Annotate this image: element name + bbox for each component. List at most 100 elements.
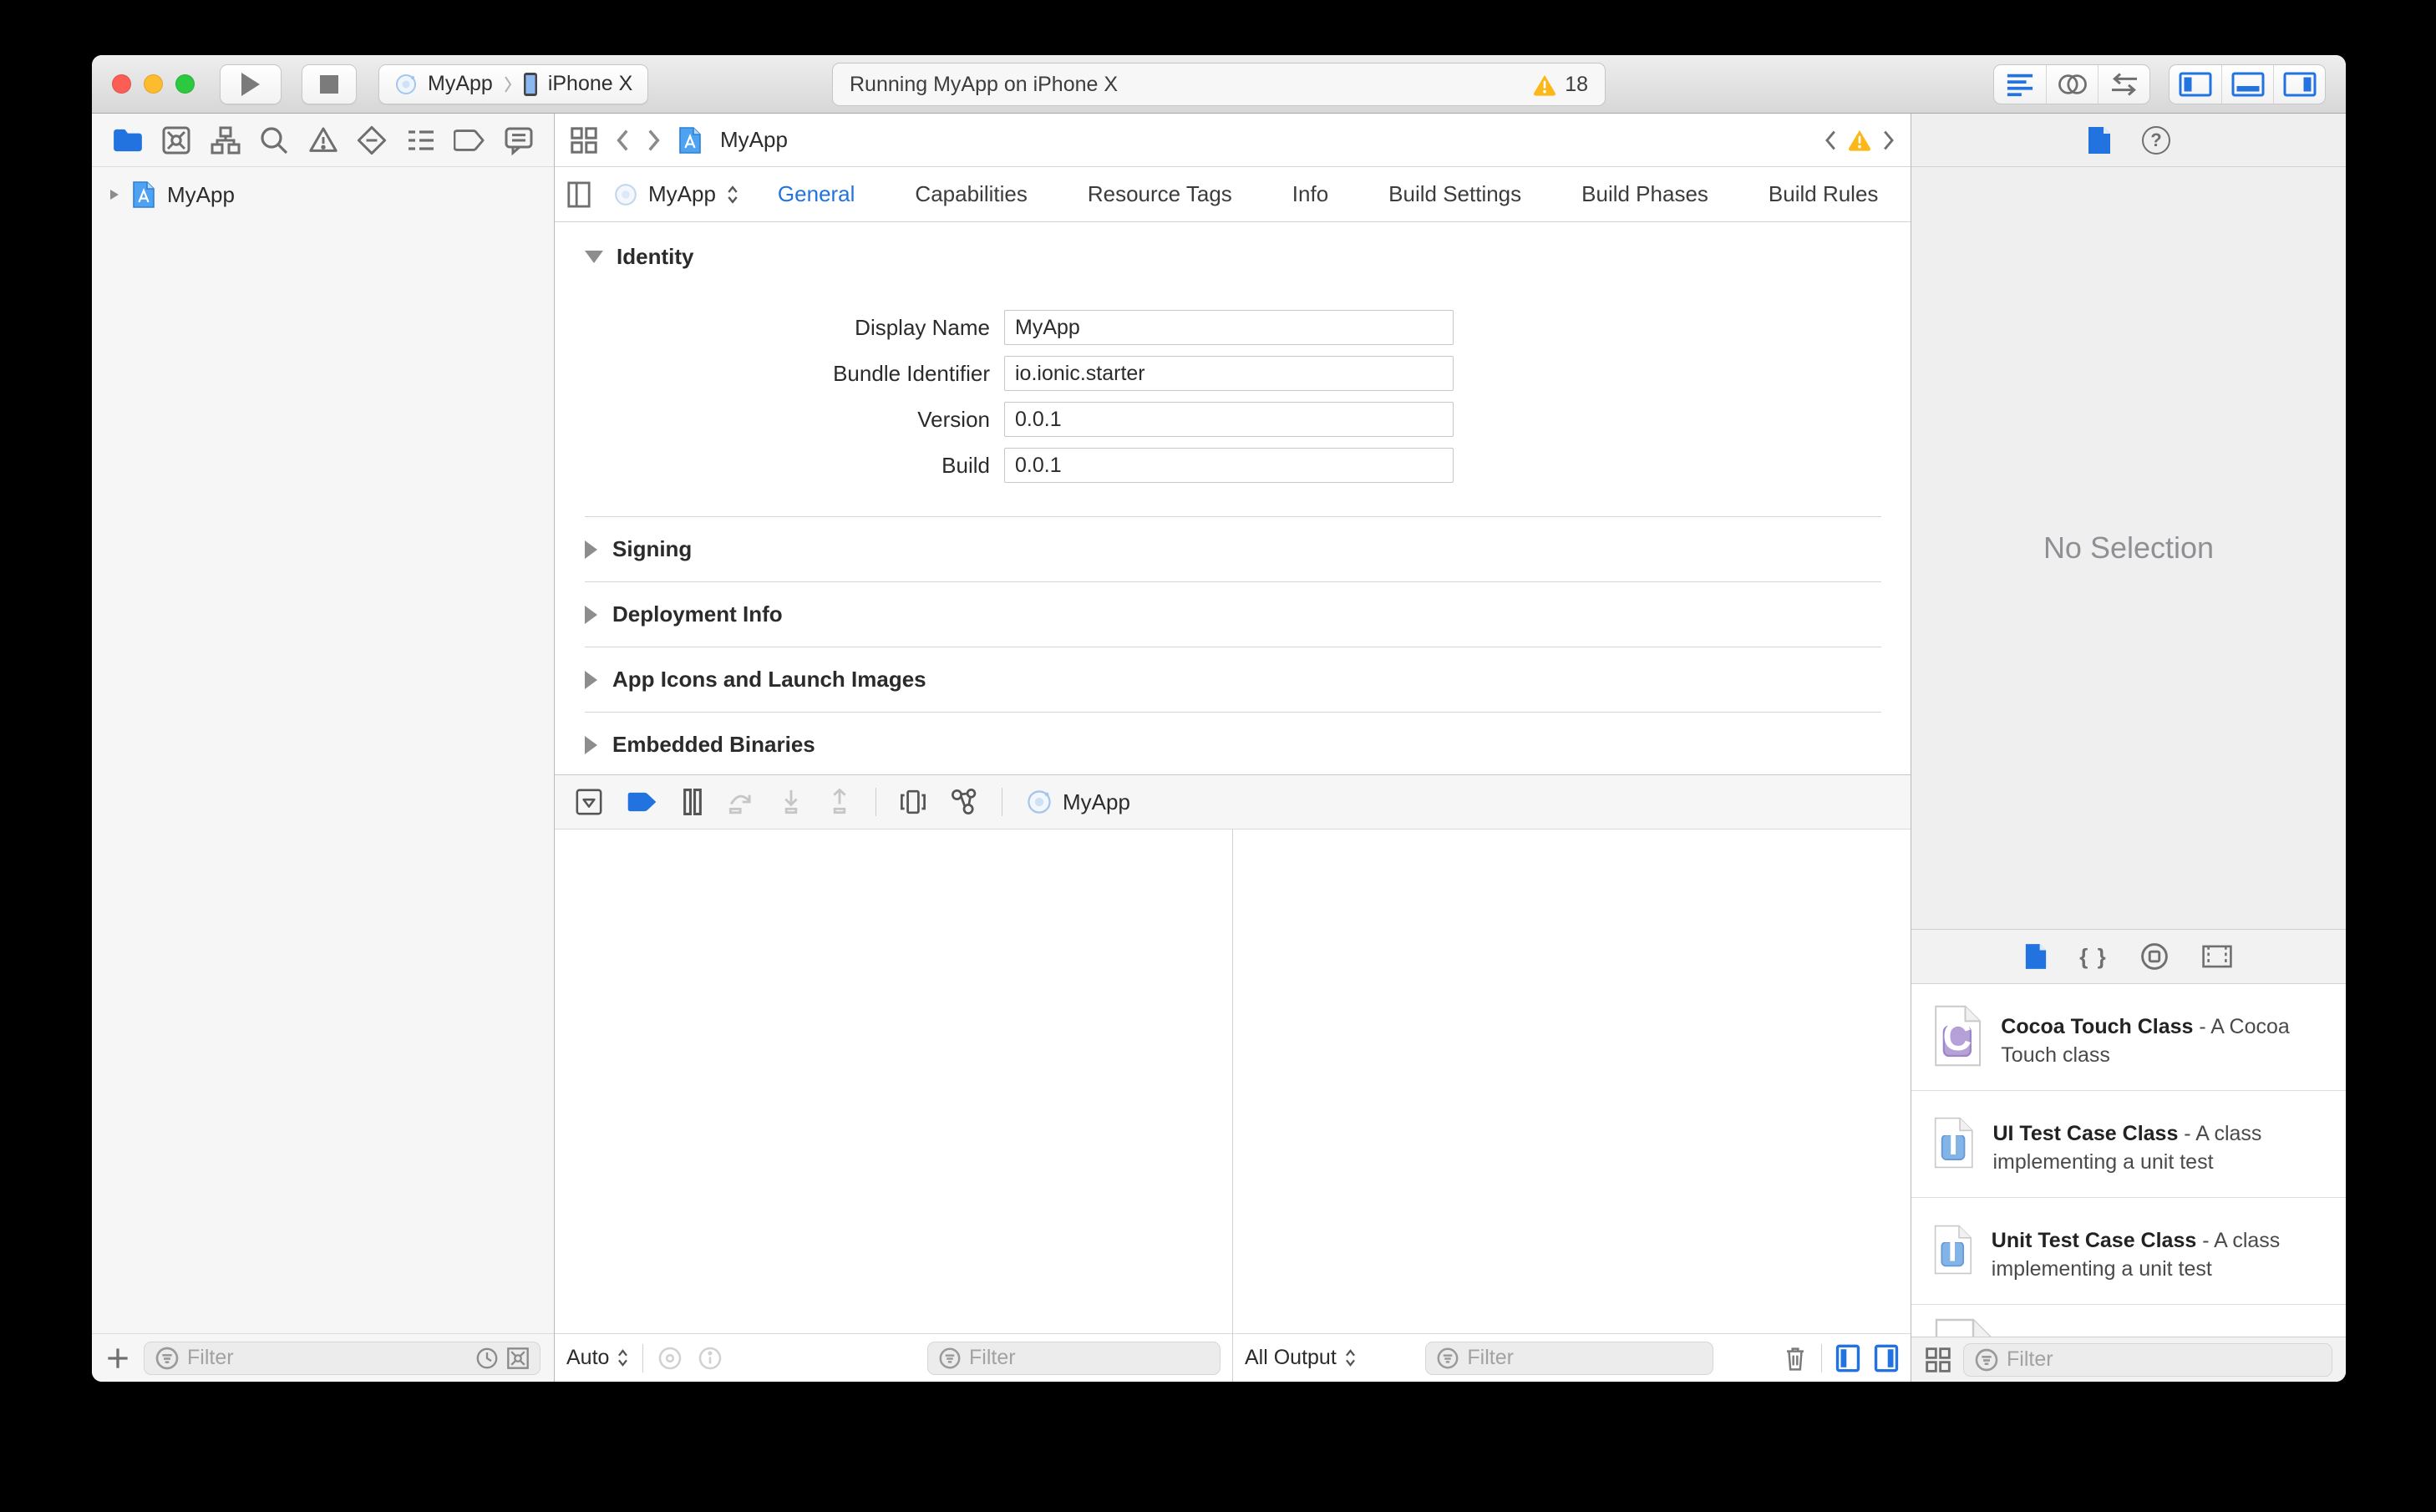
library-item-ui-test-case-class[interactable]: T UI Test Case Class - A class implement… [1911,1091,2346,1198]
console-scope-selector[interactable]: All Output [1245,1346,1357,1370]
deployment-info-section-header[interactable]: Deployment Info [585,581,1881,647]
embedded-binaries-section-header[interactable]: Embedded Binaries [585,712,1881,774]
forward-button[interactable] [647,129,662,152]
view-debugger-button[interactable] [900,788,926,816]
target-selector[interactable]: MyApp [613,181,739,207]
tab-build-phases[interactable]: Build Phases [1581,181,1708,207]
version-editor-button[interactable] [2098,64,2149,104]
jump-bar-file-label[interactable]: MyApp [720,127,788,153]
clear-console-button[interactable] [1783,1344,1808,1372]
report-navigator-button[interactable] [500,122,537,159]
stop-icon [318,74,340,95]
project-navigator-button[interactable] [109,122,146,159]
tab-info[interactable]: Info [1292,181,1328,207]
close-button[interactable] [112,74,131,94]
issue-navigator-button[interactable] [305,122,342,159]
navigator-toggle-button[interactable] [2170,65,2221,104]
tab-capabilities[interactable]: Capabilities [915,181,1027,207]
pause-button[interactable] [682,788,703,816]
disclosure-open-icon[interactable] [585,251,603,263]
inspector-toggle-button[interactable] [2273,64,2325,104]
variables-filter-field [927,1341,1221,1375]
step-over-button[interactable] [727,789,755,815]
divider [642,1343,644,1372]
minimize-button[interactable] [144,74,163,94]
symbol-navigator-button[interactable] [207,122,244,159]
debug-navigator-button[interactable] [403,122,439,159]
disclosure-closed-icon[interactable] [585,605,597,624]
test-navigator-button[interactable] [353,122,390,159]
find-navigator-button[interactable] [256,122,292,159]
previous-issue-button[interactable] [1824,129,1837,151]
project-editor-header: MyApp General Capabilities Resource Tags… [555,167,1911,222]
file-inspector-button[interactable] [2087,125,2112,155]
identity-section-header[interactable]: Identity [585,244,1881,270]
document-outline-toggle-icon[interactable] [566,180,591,210]
tab-build-rules[interactable]: Build Rules [1769,181,1879,207]
grid-view-button[interactable] [1925,1347,1951,1373]
objects-library-button[interactable] [2139,941,2170,972]
console-filter-input[interactable] [1467,1346,1703,1370]
code-snippets-button[interactable]: { } [2079,944,2107,970]
next-issue-button[interactable] [1882,129,1896,151]
stop-button[interactable] [302,63,357,104]
scm-status-filter-icon[interactable] [506,1347,530,1370]
breakpoints-toggle-button[interactable] [627,791,658,813]
back-button[interactable] [615,129,630,152]
memory-graph-button[interactable] [950,788,978,816]
debug-process-selector[interactable]: MyApp [1026,789,1130,815]
scheme-selector[interactable]: MyApp iPhone X [378,63,649,104]
standard-editor-button[interactable] [1994,65,2046,104]
help-inspector-button[interactable]: ? [2142,125,2170,155]
recent-files-filter-icon[interactable] [475,1347,499,1370]
info-button[interactable] [697,1345,723,1372]
warning-icon [1532,74,1557,96]
show-values-button[interactable] [657,1345,683,1372]
section-title: Embedded Binaries [612,732,815,757]
project-navigator-item[interactable]: MyApp [92,175,554,214]
media-library-button[interactable] [2201,943,2233,970]
disclosure-closed-icon[interactable] [585,540,597,559]
library-item-unit-test-case-class[interactable]: T Unit Test Case Class - A class impleme… [1911,1198,2346,1305]
target-circle-icon [1026,789,1053,815]
zoom-button[interactable] [175,74,195,94]
related-items-icon[interactable] [570,126,598,155]
signing-section-header[interactable]: Signing [585,516,1881,581]
library-filter-input[interactable] [2007,1347,2322,1372]
variables-view-toggle-button[interactable] [1835,1344,1860,1372]
issue-warning-icon[interactable] [1847,129,1872,151]
display-name-field[interactable] [1004,310,1454,345]
version-field[interactable] [1004,402,1454,437]
step-into-button[interactable] [779,789,804,815]
hide-debug-area-button[interactable] [575,788,603,816]
build-field[interactable] [1004,448,1454,483]
tab-build-settings[interactable]: Build Settings [1388,181,1521,207]
step-out-button[interactable] [827,789,852,815]
library-item-partial[interactable] [1911,1305,2346,1337]
disclosure-closed-icon[interactable] [585,735,597,754]
tab-resource-tags[interactable]: Resource Tags [1088,181,1232,207]
assistant-editor-button[interactable] [2046,64,2098,104]
navigator-filter-input[interactable] [187,1346,468,1370]
library-item-cocoa-touch-class[interactable]: C Cocoa Touch Class - A Cocoa Touch clas… [1911,984,2346,1091]
inspector-panel: ? No Selection { } C Cocoa Touch Class -… [1911,114,2346,1382]
tab-general[interactable]: General [778,181,855,207]
source-control-navigator-button[interactable] [158,122,195,159]
disclosure-triangle-icon[interactable] [109,187,120,202]
disclosure-closed-icon[interactable] [585,670,597,689]
add-button[interactable] [105,1346,130,1371]
debug-area-toggle-button[interactable] [2221,64,2273,104]
template-file-icon: C [1935,1005,1982,1067]
panel-toggle-group [2169,63,2326,104]
variables-scope-selector[interactable]: Auto [566,1346,629,1370]
breakpoint-navigator-button[interactable] [451,122,488,159]
warning-badge[interactable]: 18 [1532,73,1588,97]
bundle-identifier-field[interactable] [1004,356,1454,391]
console-view-toggle-button[interactable] [1874,1344,1899,1372]
variables-filter-input[interactable] [969,1346,1210,1370]
run-button[interactable] [220,63,282,104]
file-templates-button[interactable] [2024,942,2048,971]
app-icons-section-header[interactable]: App Icons and Launch Images [585,647,1881,712]
editor-mode-group [1993,63,2150,104]
target-name-label: MyApp [648,181,716,206]
